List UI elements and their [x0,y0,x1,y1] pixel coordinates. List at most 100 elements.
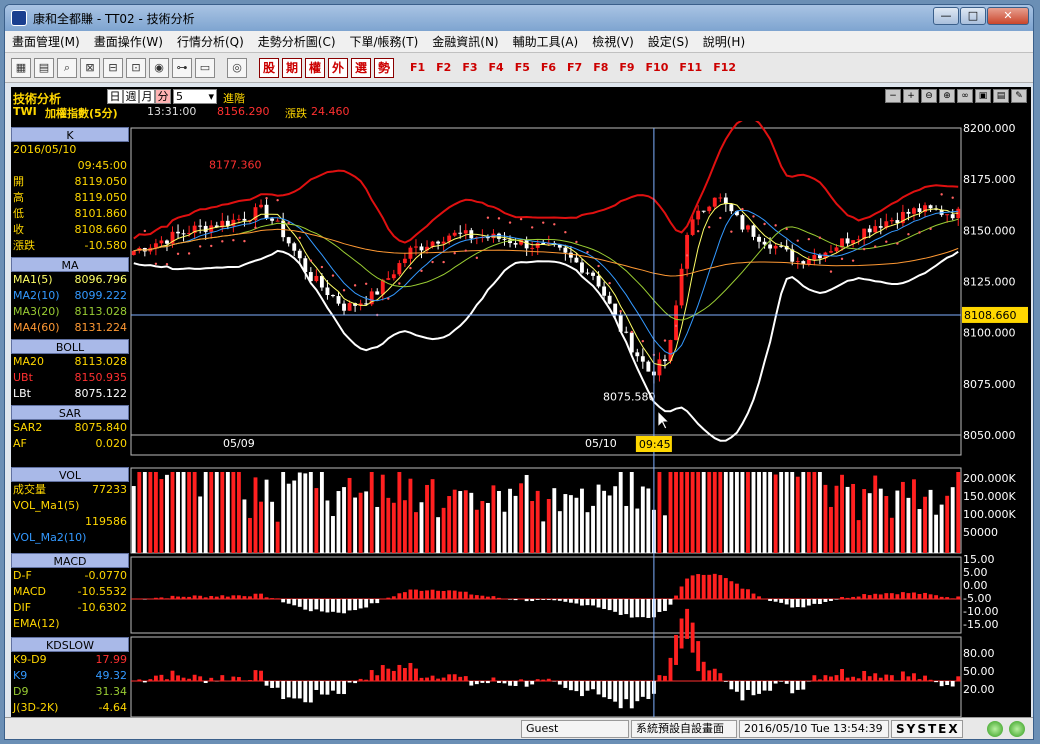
record-icon[interactable]: ⊡ [126,57,146,78]
kd-bar [690,622,695,653]
volume-bar [508,488,512,553]
macd-bar [873,593,878,599]
interval-select[interactable]: 5 ▾ [173,89,217,104]
menu-screen-manage[interactable]: 畫面管理(M) [5,33,87,50]
candle-body [535,243,540,248]
sar-dot [342,289,346,292]
kd-bar [851,676,856,681]
globe-icon[interactable]: ◉ [149,57,169,78]
volume-bar [718,472,723,553]
macd-bar [436,590,441,599]
trend-button[interactable]: 勢 [374,57,394,78]
options-button[interactable]: 權 [305,57,325,78]
advanced-link[interactable]: 進階 [223,90,245,106]
quote-change: 24.460 [311,105,350,118]
tab-week[interactable]: 週 [123,89,139,104]
split-icon[interactable]: ⊟ [103,57,123,78]
macd-bar [734,583,739,599]
futures-button[interactable]: 期 [282,57,302,78]
technical-chart[interactable]: 8200.000 8175.000 8150.000 8125.000 8100.000… [11,121,1031,717]
sar-dot [198,245,202,248]
fkey-f5[interactable]: F5 [511,61,534,74]
search-icon[interactable]: ⌕ [57,57,77,78]
macd-bar [829,599,833,601]
save-icon[interactable]: ▣ [975,89,991,103]
foreign-button[interactable]: 外 [328,57,348,78]
tab-day[interactable]: 日 [107,89,123,104]
kd-bar [447,674,452,681]
menu-trend-chart[interactable]: 走勢分析圖(C) [251,33,343,50]
chain-icon[interactable]: ∞ [957,89,973,103]
mouse-pointer-icon [657,409,671,430]
volume-bar [181,472,186,553]
menu-quote-analysis[interactable]: 行情分析(Q) [170,33,251,50]
zoom-in-icon[interactable]: + [903,89,919,103]
volume-bar [657,472,662,553]
layout-icon[interactable]: ▦ [11,57,31,78]
volume-bar [939,504,944,553]
sar-dot [298,236,301,239]
fkey-f6[interactable]: F6 [537,61,560,74]
macd-bar [806,599,811,606]
fkey-f1[interactable]: F1 [406,61,429,74]
menu-finance-info[interactable]: 金融資訊(N) [425,33,505,50]
settings-icon[interactable]: ✎ [1011,89,1027,103]
print-icon[interactable]: ▤ [993,89,1009,103]
macd-bar [425,590,429,599]
sar-dot [907,233,910,236]
search-plus-icon[interactable]: ⊕ [939,89,955,103]
menu-screen-operate[interactable]: 畫面操作(W) [87,33,170,50]
search-minus-icon[interactable]: ⊖ [921,89,937,103]
menu-settings[interactable]: 設定(S) [641,33,696,50]
export-icon[interactable]: ▤ [34,57,54,78]
stock-button[interactable]: 股 [259,57,279,78]
fkey-f11[interactable]: F11 [675,61,706,74]
volume-bar [817,472,822,553]
fkey-f2[interactable]: F2 [432,61,455,74]
fkey-f3[interactable]: F3 [458,61,481,74]
fkey-f4[interactable]: F4 [485,61,508,74]
sar-dot [221,240,224,243]
interval-value: 5 [176,90,183,103]
menu-view[interactable]: 檢視(V) [585,33,641,50]
macd-bar [331,599,335,612]
screen-icon[interactable]: ▭ [195,57,215,78]
fkey-f7[interactable]: F7 [563,61,586,74]
zoom-out-icon[interactable]: − [885,89,901,103]
candle-body [397,263,402,275]
volume-bar [187,472,192,553]
select-button[interactable]: 選 [351,57,371,78]
macd-bar [607,599,612,611]
window-title: 康和全都賺 - TT02 - 技術分析 [33,11,195,26]
close-button[interactable]: ✕ [987,7,1029,25]
kd-bar [956,676,961,681]
minimize-button[interactable]: — [933,7,959,25]
tab-minute[interactable]: 分 [155,89,171,104]
kd-bar [430,675,435,681]
candle-body [751,225,756,237]
macd-bar [663,599,667,611]
fkey-f10[interactable]: F10 [642,61,673,74]
kd-bar [878,677,883,681]
kd-bar [607,681,612,700]
fkey-f12[interactable]: F12 [709,61,740,74]
link-icon[interactable]: ⊶ [172,57,192,78]
app-icon [11,10,27,26]
menu-order-account[interactable]: 下單/帳務(T) [343,33,426,50]
fkey-f8[interactable]: F8 [589,61,612,74]
tab-month[interactable]: 月 [139,89,155,104]
chart-area[interactable]: 技術分析 日 週 月 分 5 ▾ 進階 TWI 加權指數(5分) 13:31:00… [11,87,1031,717]
brand-icon[interactable]: ◎ [227,57,247,78]
macd-bar [945,597,950,599]
close-window-icon[interactable]: ⊠ [80,57,100,78]
kd-bar [613,681,618,702]
volume-bar [231,472,236,553]
maximize-button[interactable]: □ [960,7,986,25]
menu-tools[interactable]: 輔助工具(A) [506,33,586,50]
title-bar[interactable]: 康和全都賺 - TT02 - 技術分析 — □ ✕ [5,5,1033,31]
macd-bar [253,593,258,599]
volume-bar [546,499,551,553]
menu-help[interactable]: 說明(H) [696,33,752,50]
volume-bar [270,501,275,553]
fkey-f9[interactable]: F9 [615,61,638,74]
